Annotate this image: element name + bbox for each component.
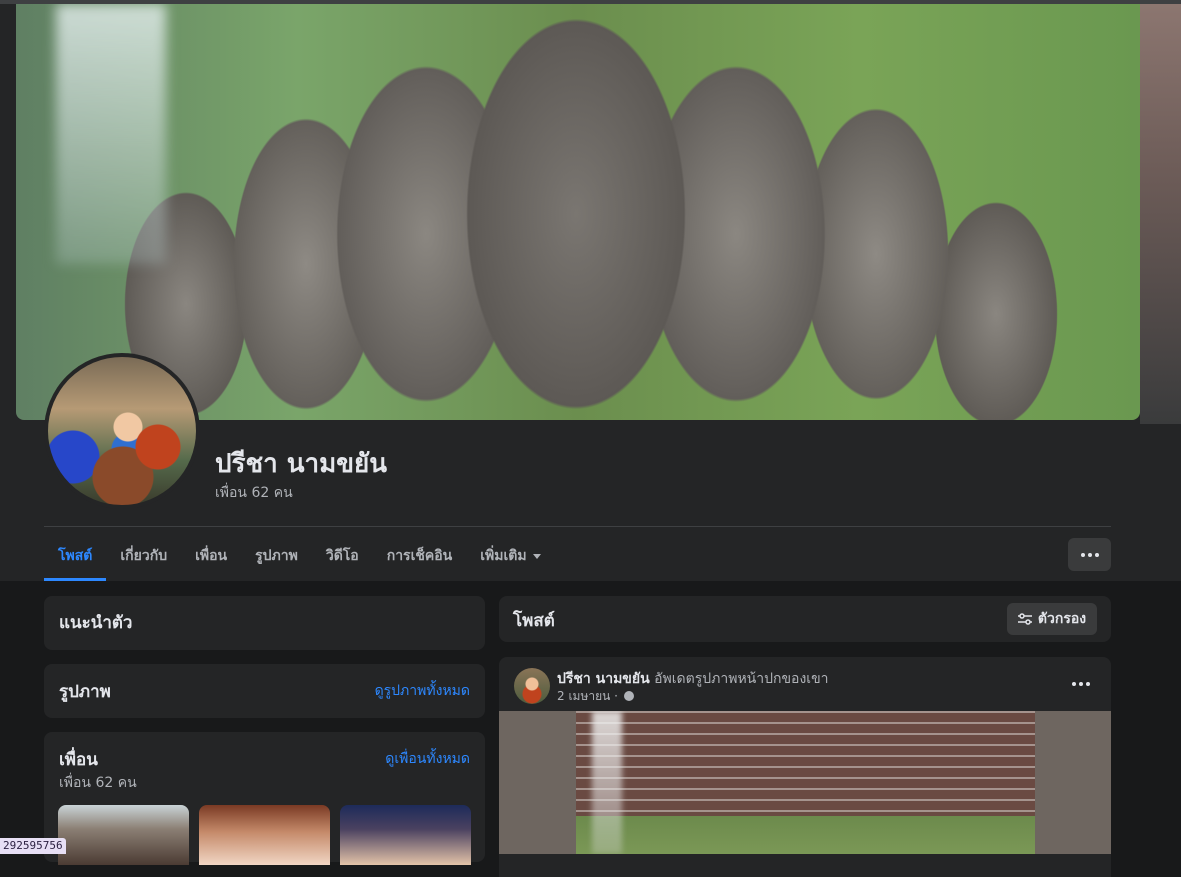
globe-icon bbox=[623, 691, 634, 701]
tab-photos[interactable]: รูปภาพ bbox=[241, 533, 312, 579]
tab-checkins[interactable]: การเช็คอิน bbox=[373, 533, 467, 579]
post-author-avatar[interactable] bbox=[514, 668, 550, 704]
post-action-text: อัพเดตรูปภาพหน้าปกของเขา bbox=[654, 671, 829, 687]
intro-card: แนะนำตัว bbox=[44, 596, 485, 650]
photos-title[interactable]: รูปภาพ bbox=[59, 678, 111, 705]
tab-friends[interactable]: เพื่อน bbox=[181, 533, 241, 579]
see-all-photos-link[interactable]: ดูรูปภาพทั้งหมด bbox=[375, 680, 470, 702]
post-date-text: 2 เมษายน · bbox=[557, 689, 618, 703]
caret-down-icon bbox=[532, 553, 541, 559]
post-timestamp[interactable]: 2 เมษายน · bbox=[557, 687, 634, 706]
filter-icon bbox=[1017, 613, 1032, 625]
profile-avatar[interactable] bbox=[48, 357, 196, 505]
photos-card: รูปภาพ ดูรูปภาพทั้งหมด bbox=[44, 664, 485, 718]
see-all-friends-link[interactable]: ดูเพื่อนทั้งหมด bbox=[385, 748, 470, 770]
tab-videos[interactable]: วิดีโอ bbox=[312, 533, 373, 579]
friends-count: เพื่อน 62 คน bbox=[59, 775, 137, 791]
posts-title: โพสต์ bbox=[513, 611, 555, 631]
post-image[interactable] bbox=[576, 711, 1035, 854]
tab-more-label: เพิ่มเติม bbox=[480, 548, 527, 564]
tab-about[interactable]: เกี่ยวกับ bbox=[106, 533, 181, 579]
post-menu-button[interactable] bbox=[1064, 673, 1098, 695]
filter-button[interactable]: ตัวกรอง bbox=[1007, 603, 1097, 635]
header-divider bbox=[44, 526, 1111, 527]
post-more-dots-icon bbox=[1072, 682, 1090, 686]
friend-thumbnail[interactable] bbox=[340, 805, 471, 865]
post-author-name[interactable]: ปรีชา นามขยัน bbox=[557, 671, 650, 687]
post-image-fountain bbox=[592, 711, 622, 854]
profile-more-button[interactable] bbox=[1068, 538, 1111, 571]
cover-edge bbox=[1140, 4, 1181, 424]
tab-more[interactable]: เพิ่มเติม bbox=[466, 533, 554, 579]
tab-posts[interactable]: โพสต์ bbox=[44, 533, 107, 581]
cover-fountain bbox=[56, 4, 166, 264]
friends-title[interactable]: เพื่อน bbox=[59, 746, 98, 773]
profile-friend-count[interactable]: เพื่อน 62 คน bbox=[215, 482, 293, 504]
cover-photo[interactable] bbox=[16, 4, 1140, 420]
profile-name: ปรีชา นามขยัน bbox=[215, 449, 388, 479]
filter-label: ตัวกรอง bbox=[1037, 611, 1087, 627]
status-id-chip: 292595756 bbox=[0, 838, 66, 854]
profile-tabs: โพสต์ เกี่ยวกับ เพื่อน รูปภาพ วิดีโอ การ… bbox=[44, 533, 555, 581]
friend-thumbnail[interactable] bbox=[199, 805, 330, 865]
friend-thumbnail[interactable] bbox=[58, 805, 189, 865]
more-dots-icon bbox=[1080, 552, 1099, 557]
intro-title: แนะนำตัว bbox=[59, 613, 133, 633]
